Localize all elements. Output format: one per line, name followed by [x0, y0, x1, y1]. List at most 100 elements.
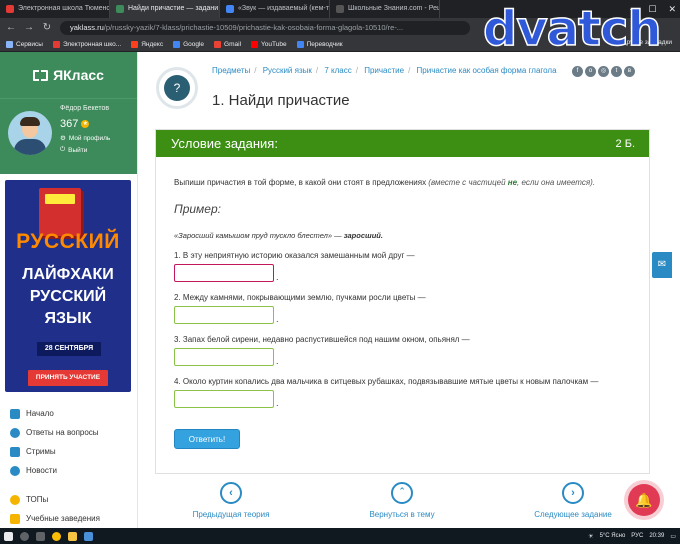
sidebar-item-tops[interactable]: ТОПы [0, 490, 137, 509]
apps-icon [6, 40, 13, 48]
next-task-link[interactable]: › Следующее задание [513, 482, 633, 519]
chrome-icon[interactable] [52, 531, 61, 541]
browser-tab-active[interactable]: Найди причастие — задани✕ [110, 0, 220, 18]
question-text: 3. Запах белой сирени, недавно распустив… [174, 335, 470, 344]
profile-link[interactable]: ⚙ Мой профиль [60, 134, 110, 143]
breadcrumb-item[interactable]: Предметы [212, 66, 250, 75]
notifications-icon[interactable]: ▭ [670, 533, 676, 540]
windows-start-icon[interactable] [4, 531, 13, 541]
trophy-icon [10, 494, 20, 505]
browser-tab[interactable]: Электронная школа Тюменск✕ [0, 0, 110, 18]
news-icon [10, 465, 20, 476]
book-logo-icon [33, 69, 49, 81]
user-name[interactable]: Фёдор Бекетов [60, 105, 110, 112]
store-icon[interactable] [84, 531, 93, 541]
chevron-left-icon: ‹ [220, 482, 242, 504]
breadcrumb-item[interactable]: 7 класс [324, 66, 351, 75]
browser-tab[interactable]: «Звук — издаваемый (кем-то✕ [220, 0, 330, 18]
promo-banner[interactable]: РУССКИЙ ЛАЙФХАКИ РУССКИЙ ЯЗЫК 28 СЕНТЯБР… [5, 180, 131, 392]
logo-text: ЯКласс [53, 67, 104, 83]
avatar[interactable] [8, 111, 52, 155]
task-panel: Условие задания: 2 Б. Выпиши причастия в… [155, 129, 650, 474]
clock[interactable]: 20:39 [649, 533, 664, 539]
reload-icon[interactable]: ↻ [42, 22, 52, 33]
task-instruction: Выпиши причастия в той форме, в какой он… [174, 178, 596, 187]
tab-title: Найди причастие — задани [128, 5, 219, 12]
question-icon [10, 427, 20, 438]
page-title: 1. Найди причастие [212, 92, 350, 109]
answer-input-1[interactable] [174, 264, 274, 282]
breadcrumb-item[interactable]: Русский язык [263, 66, 312, 75]
question-text: 2. Между камнями, покрывающими землю, пу… [174, 293, 426, 302]
participate-button[interactable]: ПРИНЯТЬ УЧАСТИЕ [28, 370, 108, 386]
facebook-icon[interactable]: f [572, 66, 583, 77]
sidebar-item-streams[interactable]: Стримы [0, 442, 137, 461]
banner-headline: РУССКИЙ [16, 230, 120, 253]
back-to-topic-link[interactable]: ˆ Вернуться в тему [342, 482, 462, 519]
bookmark-item[interactable]: Сервисы [6, 40, 43, 48]
answer-input-3[interactable] [174, 348, 274, 366]
submit-answer-button[interactable]: Ответить! [174, 429, 240, 449]
odnoklassniki-icon[interactable]: o [585, 66, 596, 77]
answer-input-2[interactable] [174, 306, 274, 324]
prev-theory-link[interactable]: ‹ Предыдущая теория [171, 482, 291, 519]
bookmark-item[interactable]: Gmail [214, 40, 241, 48]
google-icon [173, 40, 181, 48]
breadcrumb-item[interactable]: Причастие [364, 66, 404, 75]
url-input[interactable]: yaklass.ru/p/russky-yazik/7-klass/pricha… [60, 20, 470, 35]
star-icon: ★ [81, 120, 90, 128]
answer-row: . [174, 264, 631, 282]
bottom-navigation: ‹ Предыдущая теория ˆ Вернуться в тему › Сл… [138, 478, 680, 524]
youtube-icon [251, 40, 259, 48]
sidebar-item-news[interactable]: Новости [0, 461, 137, 480]
language-indicator[interactable]: РУС [631, 533, 643, 539]
twitter-icon[interactable]: t [611, 66, 622, 77]
sidebar-item-answers[interactable]: Ответы на вопросы [0, 423, 137, 442]
back-arrow-icon[interactable]: ← [6, 22, 16, 33]
tab-favicon [6, 5, 14, 13]
user-box: Фёдор Бекетов 367 ★ ⚙ Мой профиль ⏻ Выйти [0, 98, 137, 174]
school-icon [10, 513, 20, 524]
bookmark-item[interactable]: Переводчик [296, 40, 343, 48]
bookmark-favicon [52, 40, 60, 48]
instagram-icon[interactable]: ◎ [598, 66, 609, 77]
logout-link[interactable]: ⏻ Выйти [60, 146, 110, 154]
browser-tab[interactable]: Школьные Знания.com - Реш✕ [330, 0, 440, 18]
answer-input-4[interactable] [174, 390, 274, 408]
notification-bell-icon[interactable]: 🔔 [628, 484, 660, 516]
bookmark-item[interactable]: Яндекс [131, 40, 163, 48]
example-text: «Заросший камышом пруд тускло блестел» —… [174, 231, 383, 240]
example-heading: Пример: [174, 202, 221, 216]
mail-icon[interactable]: ✉ [652, 252, 672, 278]
forward-arrow-icon[interactable]: → [24, 22, 34, 33]
side-nav: Начало Ответы на вопросы Стримы Новости … [0, 404, 137, 528]
home-icon [10, 408, 20, 419]
breadcrumb: Предметы / Русский язык/ 7 класс / Причаст… [212, 66, 557, 75]
weather-text: 5°C Ясно [599, 533, 626, 539]
chevron-up-icon: ˆ [391, 482, 413, 504]
site-logo[interactable]: ЯКласс [0, 52, 137, 98]
question-bubble-icon: ? [164, 75, 190, 101]
close-window-icon[interactable]: ✕ [668, 0, 676, 18]
bookmark-item[interactable]: Электронная шко... [52, 40, 121, 48]
taskbar: ☀ 5°C Ясно РУС 20:39 ▭ [0, 528, 680, 544]
task-type-logo: ? [156, 67, 198, 109]
vk-icon[interactable]: в [624, 66, 635, 77]
sidebar-item-schools[interactable]: Учебные заведения [0, 509, 137, 528]
search-icon[interactable] [20, 531, 29, 541]
explorer-icon[interactable] [68, 531, 77, 541]
url-path: /p/russky-yazik/7-klass/prichastie-10509… [103, 22, 404, 32]
breadcrumb-item[interactable]: Причастие как особая форма глагола [417, 66, 557, 75]
bookmark-item[interactable]: YouTube [251, 40, 287, 48]
banner-date: 28 СЕНТЯБРЯ [37, 342, 101, 356]
banner-subtitle: ЛАЙФХАКИ РУССКИЙ ЯЗЫК [22, 266, 114, 327]
chevron-right-icon: › [562, 482, 584, 504]
sidebar-item-home[interactable]: Начало [0, 404, 137, 423]
user-info: Фёдор Бекетов 367 ★ ⚙ Мой профиль ⏻ Выйти [60, 103, 110, 170]
bookmark-item[interactable]: Google [173, 40, 204, 48]
power-icon: ⏻ [60, 146, 66, 153]
question-text: 4. Около куртин копались два мальчика в … [174, 377, 599, 386]
gmail-icon [214, 40, 222, 48]
task-view-icon[interactable] [36, 531, 45, 541]
tab-favicon [336, 5, 344, 13]
